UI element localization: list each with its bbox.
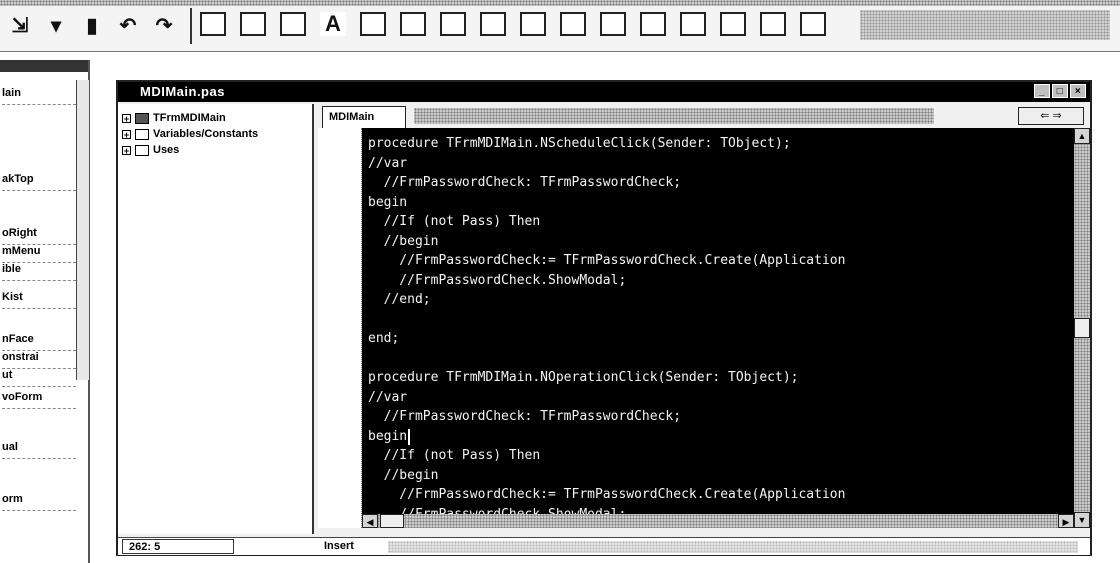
tree-item-variables[interactable]: + Variables/Constants (122, 126, 258, 142)
select-icon[interactable] (200, 12, 226, 36)
toolbar-top-edge (0, 0, 1120, 6)
scroll-thumb[interactable] (1074, 318, 1090, 338)
code-explorer-tree: + TFrmMDIMain + Variables/Constants + Us… (118, 104, 314, 534)
label-icon[interactable]: A (320, 11, 346, 36)
inspector-property[interactable]: ual (2, 436, 76, 459)
inspector-property[interactable]: ut (2, 364, 76, 387)
nav-arrows-icon[interactable]: ⇐ ⇒ (1018, 107, 1084, 125)
code-line: //If (not Pass) Then (368, 448, 541, 463)
frame-icon[interactable] (240, 12, 266, 36)
expand-icon[interactable]: + (122, 145, 131, 155)
component-toolbar: ⇲ ▾ ▮ ↶ ↷ A (0, 0, 1120, 52)
scroll-right-icon[interactable]: ▶ (1058, 514, 1074, 528)
code-area[interactable]: procedure TFrmMDIMain.NScheduleClick(Sen… (362, 128, 1074, 514)
menu-icon[interactable] (280, 12, 306, 36)
insert-mode: Insert (324, 540, 354, 552)
tabstrip-fill (414, 108, 934, 124)
tree-item-uses[interactable]: + Uses (122, 142, 179, 158)
inspector-property[interactable]: orm (2, 488, 76, 511)
vertical-scrollbar[interactable]: ▲ ▼ (1074, 128, 1090, 528)
tree-item-class[interactable]: + TFrmMDIMain (122, 110, 226, 126)
code-line: //begin (368, 233, 439, 249)
toolbar-tool-3-icon[interactable]: ↶ (114, 10, 142, 40)
inspector-property[interactable]: akTop (2, 168, 76, 191)
editor-statusbar: 262: 5 Insert (118, 537, 1090, 555)
code-line: //var (368, 155, 408, 171)
actionlist-icon[interactable] (800, 12, 826, 36)
hscroll-thumb[interactable] (380, 514, 404, 528)
listbox-icon[interactable] (560, 12, 586, 36)
toolbar-divider (190, 8, 192, 44)
code-line: procedure TFrmMDIMain.NScheduleClick(Sen… (368, 136, 791, 151)
inspector-scrollbar[interactable] (76, 80, 89, 380)
inspector-property[interactable]: lain (2, 82, 76, 105)
scroll-down-icon[interactable]: ▼ (1074, 512, 1090, 528)
radio-icon[interactable] (520, 12, 546, 36)
object-inspector: lain akTop oRight mMenu ible Kist nFace onstrai… (0, 60, 90, 563)
tree-item-label: TFrmMDIMain (153, 112, 226, 124)
inspector-titlebar (0, 60, 88, 72)
code-line: //If (not Pass) Then (368, 214, 541, 229)
scroll-up-icon[interactable]: ▲ (1074, 128, 1090, 144)
expand-icon[interactable]: + (122, 113, 131, 123)
tree-item-label: Uses (153, 144, 180, 156)
code-line: //FrmPasswordCheck.ShowModal; (368, 506, 627, 515)
radiogroup-icon[interactable] (720, 12, 746, 36)
checkbox-icon[interactable] (480, 12, 506, 36)
code-line: //FrmPasswordCheck:= TFrmPasswordCheck.C… (368, 487, 846, 502)
inspector-property[interactable]: Kist (2, 286, 76, 309)
code-line: //var (368, 389, 408, 405)
panel-icon[interactable] (760, 12, 786, 36)
status-fill (388, 541, 1078, 553)
scrollbar-icon[interactable] (640, 12, 666, 36)
minimize-button[interactable]: _ (1034, 84, 1050, 98)
code-line: //end; (368, 292, 431, 307)
toolbar-tool-0-icon[interactable]: ⇲ (6, 10, 34, 40)
code-line: begin (368, 194, 408, 210)
toolbar-tool-2-icon[interactable]: ▮ (78, 10, 106, 40)
button-icon[interactable] (440, 12, 466, 36)
toolbar-tool-1-icon[interactable]: ▾ (42, 10, 70, 40)
cursor-position: 262: 5 (122, 539, 234, 554)
code-line: //FrmPasswordCheck: TFrmPasswordCheck; (368, 409, 682, 424)
inspector-property[interactable]: voForm (2, 386, 76, 409)
code-line: //FrmPasswordCheck:= TFrmPasswordCheck.C… (368, 253, 846, 268)
folder-icon (135, 144, 149, 156)
editor-title: MDIMain.pas (140, 84, 225, 99)
inspector-property[interactable]: ible (2, 258, 76, 281)
tree-item-label: Variables/Constants (153, 128, 259, 140)
text-cursor (408, 428, 410, 445)
code-line: //FrmPasswordCheck: TFrmPasswordCheck; (368, 175, 682, 190)
scroll-left-icon[interactable]: ◀ (362, 514, 378, 528)
horizontal-scrollbar[interactable]: ◀ ▶ (362, 514, 1074, 528)
code-editor-window: MDIMain.pas _ □ × + TFrmMDIMain + Variab… (116, 80, 1092, 556)
groupbox-icon[interactable] (680, 12, 706, 36)
close-button[interactable]: × (1070, 84, 1086, 98)
code-line: begin (368, 428, 408, 444)
editor-tabstrip: MDIMain ⇐ ⇒ (318, 104, 1090, 128)
memo-icon[interactable] (400, 12, 426, 36)
toolbar-tool-4-icon[interactable]: ↷ (150, 10, 178, 40)
class-icon (135, 112, 149, 124)
code-line: procedure TFrmMDIMain.NOperationClick(Se… (368, 370, 799, 385)
folder-icon (135, 128, 149, 140)
expand-icon[interactable]: + (122, 129, 131, 139)
code-line: //FrmPasswordCheck.ShowModal; (368, 272, 627, 288)
tab-mdimain[interactable]: MDIMain (322, 106, 406, 128)
editor-titlebar[interactable]: MDIMain.pas _ □ × (118, 82, 1090, 102)
palette-overflow (860, 10, 1110, 40)
editor-gutter (318, 128, 362, 528)
code-line: end; (368, 331, 400, 346)
code-line: //begin (368, 467, 439, 483)
combobox-icon[interactable] (600, 12, 626, 36)
maximize-button[interactable]: □ (1052, 84, 1068, 98)
edit-icon[interactable] (360, 12, 386, 36)
